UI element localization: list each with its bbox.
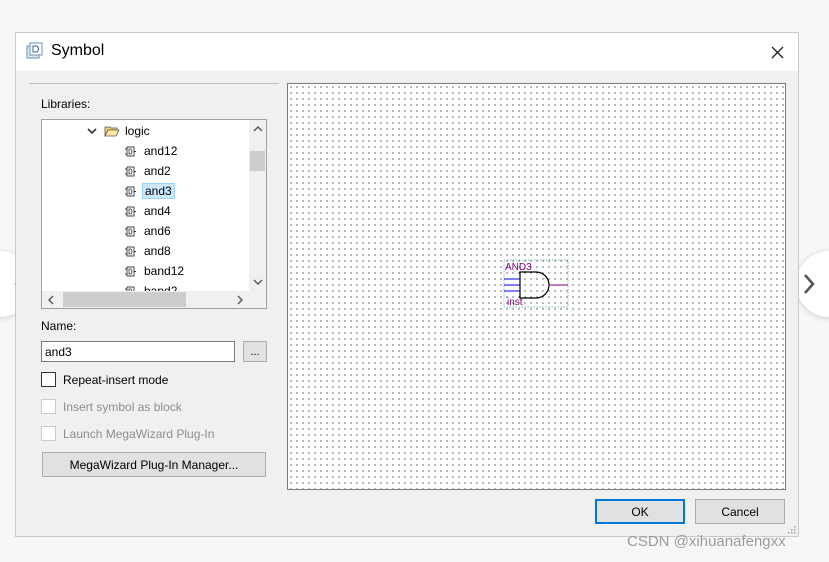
tree-item-label: and12: [144, 144, 178, 158]
watermark-text: CSDN @xihuanafengxx: [627, 533, 786, 550]
symbol-app-icon: [25, 42, 44, 64]
tree-item-band12[interactable]: band12: [124, 261, 186, 281]
tree-item-label: band12: [144, 264, 185, 278]
repeat-insert-label: Repeat-insert mode: [63, 373, 169, 387]
close-button[interactable]: [764, 39, 790, 65]
tree-item-label: and3: [142, 183, 175, 199]
vertical-scroll-thumb[interactable]: [250, 151, 265, 171]
name-input[interactable]: [41, 341, 235, 362]
tree-item-label: and4: [144, 204, 171, 218]
tree-item-and4[interactable]: and4: [124, 201, 173, 221]
repeat-insert-checkbox[interactable]: [41, 372, 56, 387]
cancel-button[interactable]: Cancel: [695, 499, 785, 524]
tree-item-and6[interactable]: and6: [124, 221, 173, 241]
ok-button[interactable]: OK: [595, 499, 685, 524]
tree-item-label: and2: [144, 164, 171, 178]
scroll-down-icon[interactable]: [249, 274, 266, 291]
libraries-label: Libraries:: [41, 97, 91, 111]
launch-megawizard-label: Launch MegaWizard Plug-In: [63, 427, 215, 441]
name-label: Name:: [41, 319, 77, 333]
close-icon: [771, 46, 783, 58]
symbol-icon: [124, 245, 142, 258]
tree-item-and12[interactable]: and12: [124, 141, 179, 161]
chevron-right-icon: [804, 274, 815, 294]
tree-item-and2[interactable]: and2: [124, 161, 173, 181]
chevron-down-icon: [87, 128, 97, 135]
tree-item-and8[interactable]: and8: [124, 241, 173, 261]
insert-as-block-checkbox[interactable]: [41, 399, 56, 414]
scrollbar-corner: [249, 291, 266, 308]
separator: [29, 83, 279, 84]
megawizard-manager-button[interactable]: MegaWizard Plug-In Manager...: [42, 452, 266, 477]
tree-item-label: and8: [144, 244, 171, 258]
tree-item-label: and6: [144, 224, 171, 238]
tree-folder-label: logic: [125, 124, 150, 138]
tree-item-and3[interactable]: and3: [124, 181, 175, 201]
symbol-icon: [124, 165, 142, 178]
symbol-preview-canvas[interactable]: AND3 inst: [287, 83, 786, 490]
horizontal-scroll-thumb[interactable]: [63, 292, 186, 307]
symbol-icon: [124, 205, 142, 218]
launch-megawizard-checkbox[interactable]: [41, 426, 56, 441]
title-bar[interactable]: Symbol: [16, 33, 798, 71]
symbol-icon: [124, 225, 142, 238]
symbol-icon: [124, 145, 142, 158]
symbol-dialog: Symbol Libraries: logic and12 and2 and3 and…: [15, 32, 799, 537]
open-folder-icon: [104, 126, 120, 136]
scroll-right-icon[interactable]: [232, 291, 249, 308]
and3-symbol-preview: AND3 inst: [503, 259, 569, 308]
next-arrow-button[interactable]: [796, 251, 829, 317]
dialog-title: Symbol: [51, 42, 105, 59]
insert-as-block-label: Insert symbol as block: [63, 400, 182, 414]
horizontal-scrollbar[interactable]: [42, 291, 249, 308]
symbol-name-text: AND3: [505, 262, 532, 273]
resize-grip-icon[interactable]: [786, 524, 796, 534]
instance-label-text: inst: [507, 297, 523, 308]
vertical-scrollbar[interactable]: [249, 120, 266, 291]
scroll-left-icon[interactable]: [42, 291, 59, 308]
libraries-tree[interactable]: logic and12and2and3and4and6and8band12ban…: [41, 119, 267, 309]
browse-button[interactable]: ...: [243, 341, 267, 362]
tree-folder-logic[interactable]: logic: [86, 121, 152, 141]
symbol-icon: [124, 265, 142, 278]
symbol-icon: [124, 185, 142, 198]
scroll-up-icon[interactable]: [249, 120, 266, 137]
